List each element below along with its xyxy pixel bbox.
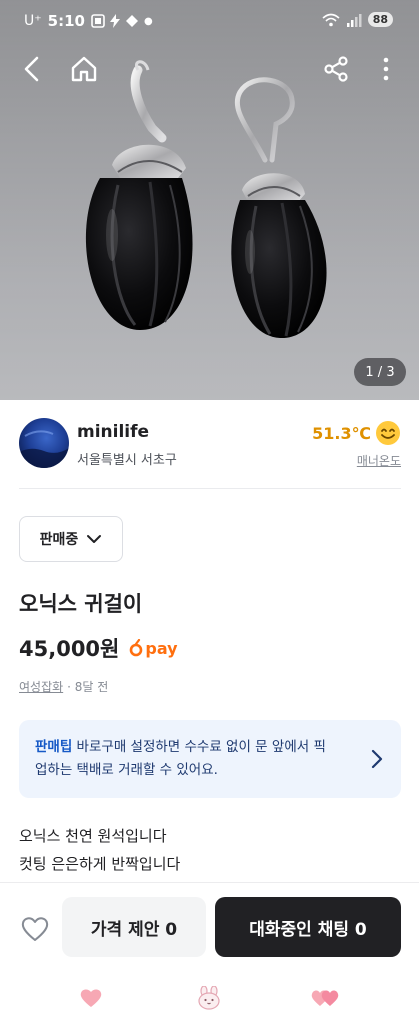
product-description: 오닉스 천연 원석입니다 컷팅 은은하게 반짝입니다 [19, 822, 180, 878]
product-meta: 여성잡화 · 8달 전 [19, 678, 108, 695]
posted-time: · 8달 전 [67, 680, 109, 694]
description-line: 컷팅 은은하게 반짝입니다 [19, 855, 181, 873]
temperature-value: 51.3℃ [312, 423, 371, 443]
seller-location: 서울특별시 서초구 [77, 453, 177, 468]
nav-double-heart-button[interactable] [310, 984, 340, 1012]
product-price: 45,000원 [19, 637, 120, 661]
sales-tip-banner[interactable]: 판매팁 바로구매 설정하면 수수료 없이 문 앞에서 픽업하는 택배로 거래할 … [19, 720, 401, 798]
description-line: 오닉스 천연 원석입니다 [19, 827, 167, 845]
more-button[interactable] [368, 50, 404, 88]
tip-text: 판매팁 바로구매 설정하면 수수료 없이 문 앞에서 픽업하는 택배로 거래할 … [35, 736, 335, 782]
signal-icon [346, 13, 362, 27]
price-offer-button[interactable]: 가격 제안 0 [62, 897, 206, 957]
active-chat-button[interactable]: 대화중인 채팅 0 [215, 897, 401, 957]
carrier-label: U⁺ [24, 13, 42, 29]
nav-bunny-button[interactable] [194, 984, 224, 1012]
category-link[interactable]: 여성잡화 [19, 678, 63, 695]
pay-label: pay [145, 638, 178, 658]
double-heart-icon [311, 990, 339, 1006]
seller-name[interactable]: minilife [77, 422, 149, 442]
notification-icon [125, 15, 138, 27]
flash-icon [109, 14, 120, 28]
nav-heart-button[interactable] [76, 984, 106, 1012]
seller-profile[interactable]: minilife 서울특별시 서초구 51.3℃ 매너온도 [19, 418, 401, 472]
share-icon [324, 56, 348, 82]
tip-body: 바로구매 설정하면 수수료 없이 문 앞에서 픽업하는 택배로 거래할 수 있어… [35, 739, 326, 778]
product-title: 오닉스 귀걸이 [19, 592, 143, 616]
manner-temperature[interactable]: 51.3℃ [312, 420, 401, 446]
sale-status-dropdown[interactable]: 판매중 [19, 516, 123, 562]
image-page-indicator: 1 / 3 [354, 358, 406, 386]
dot-icon: ● [143, 15, 153, 27]
pay-logo: pay [129, 638, 178, 658]
pink-heart-icon [80, 989, 102, 1007]
heart-outline-icon [21, 917, 49, 941]
share-button[interactable] [318, 50, 354, 88]
manner-temperature-label[interactable]: 매너온도 [357, 452, 401, 469]
bunny-face-icon [198, 986, 220, 1010]
chevron-right-icon [371, 749, 383, 769]
sale-status-label: 판매중 [39, 532, 79, 548]
system-navigation-bar [0, 972, 419, 1024]
home-icon [71, 56, 97, 82]
avatar-image [19, 430, 69, 468]
chevron-down-icon [87, 535, 102, 543]
back-arrow-icon [24, 56, 39, 82]
price-row: 45,000원 pay [19, 633, 178, 663]
smile-face-icon [376, 421, 400, 445]
like-button[interactable] [16, 911, 54, 947]
divider [19, 488, 401, 489]
screenshot-icon [91, 14, 105, 28]
bottom-action-bar: 가격 제안 0 대화중인 채팅 0 [0, 882, 419, 972]
back-button[interactable] [14, 50, 50, 88]
battery-indicator: 88 [367, 12, 393, 27]
carrot-pay-icon [130, 639, 143, 657]
home-button[interactable] [66, 50, 102, 88]
status-bar: U⁺ 5:10 ● 88 [0, 0, 419, 44]
top-navigation [0, 50, 419, 90]
wifi-icon [322, 13, 340, 26]
avatar[interactable] [19, 418, 69, 468]
clock: 5:10 [47, 12, 85, 30]
more-vertical-icon [383, 57, 389, 81]
product-photo[interactable]: U⁺ 5:10 ● 88 1 / 3 [0, 0, 419, 400]
tip-title: 판매팁 [35, 739, 73, 755]
